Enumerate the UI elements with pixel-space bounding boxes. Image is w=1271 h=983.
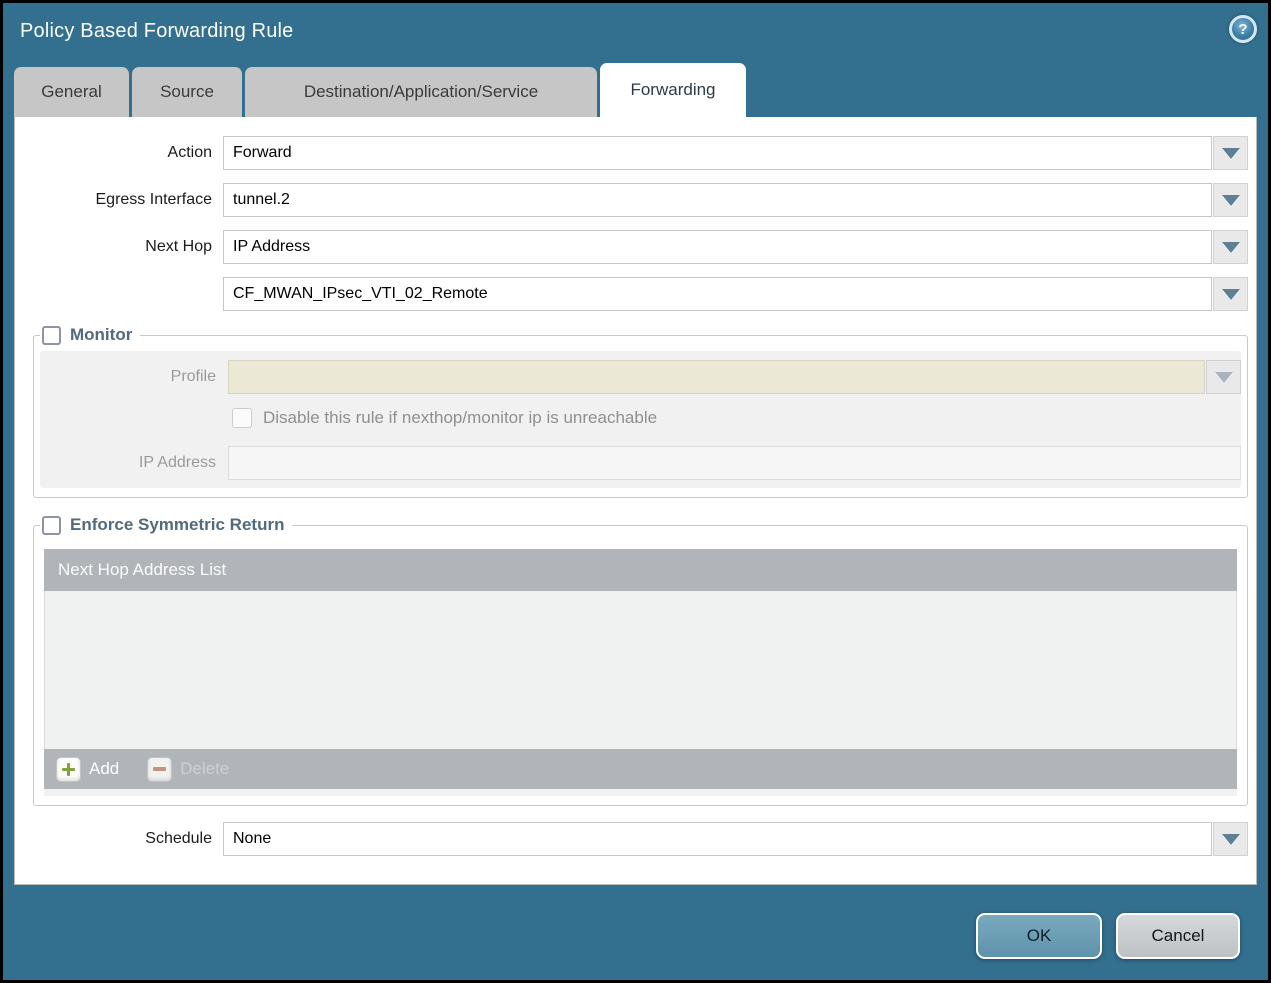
chevron-down-icon: [1222, 834, 1240, 845]
help-icon[interactable]: ?: [1229, 15, 1257, 43]
enforce-legend: Enforce Symmetric Return: [40, 515, 292, 535]
table-footer: Add Delete: [44, 749, 1237, 789]
tab-label: General: [41, 82, 101, 102]
add-button[interactable]: Add: [56, 757, 119, 782]
schedule-dropdown-button[interactable]: [1213, 822, 1248, 856]
action-label: Action: [15, 144, 223, 162]
table-header: Next Hop Address List: [44, 549, 1237, 591]
add-icon: [56, 757, 81, 782]
monitor-ip-address-row: IP Address: [40, 446, 1241, 480]
next-hop-type-dropdown-button[interactable]: [1213, 230, 1248, 264]
monitor-checkbox[interactable]: [42, 326, 61, 345]
tab-bar: General Source Destination/Application/S…: [14, 67, 746, 117]
tab-label: Destination/Application/Service: [304, 82, 538, 102]
delete-button-label: Delete: [180, 759, 229, 779]
delete-icon: [147, 757, 172, 782]
profile-row: Profile: [40, 360, 1241, 394]
forwarding-tab-panel: Action Forward Egress Interface tunnel.2…: [14, 117, 1257, 885]
disable-rule-label: Disable this rule if nexthop/monitor ip …: [263, 408, 657, 428]
schedule-label: Schedule: [15, 830, 223, 848]
table-header-label: Next Hop Address List: [58, 560, 226, 580]
next-hop-address-dropdown-button[interactable]: [1213, 277, 1248, 311]
help-glyph: ?: [1238, 22, 1247, 37]
chevron-down-icon: [1222, 195, 1240, 206]
egress-interface-dropdown-button[interactable]: [1213, 183, 1248, 217]
next-hop-address-list-table: Next Hop Address List Add Delete: [44, 549, 1237, 796]
monitor-ip-address-field: [228, 446, 1241, 480]
add-button-label: Add: [89, 759, 119, 779]
cancel-button[interactable]: Cancel: [1116, 913, 1240, 959]
dialog-footer-buttons: OK Cancel: [976, 913, 1240, 959]
next-hop-label: Next Hop: [15, 238, 223, 256]
tab-destination-application-service[interactable]: Destination/Application/Service: [245, 67, 597, 117]
egress-interface-row: Egress Interface tunnel.2: [15, 183, 1248, 217]
action-dropdown-button[interactable]: [1213, 136, 1248, 170]
delete-button: Delete: [147, 757, 229, 782]
disable-rule-checkbox: [232, 408, 252, 428]
monitor-section: Monitor Profile Disable this rule if nex…: [33, 325, 1248, 498]
schedule-select[interactable]: None: [223, 822, 1212, 856]
tab-label: Forwarding: [630, 80, 715, 100]
profile-dropdown-button: [1206, 360, 1241, 394]
enforce-legend-label: Enforce Symmetric Return: [70, 515, 284, 535]
next-hop-type-select[interactable]: IP Address: [223, 230, 1212, 264]
egress-interface-label: Egress Interface: [15, 191, 223, 209]
monitor-disabled-panel: Profile Disable this rule if nexthop/mon…: [40, 351, 1241, 488]
monitor-ip-address-label: IP Address: [40, 454, 228, 472]
enforce-symmetric-return-section: Enforce Symmetric Return Next Hop Addres…: [33, 515, 1248, 806]
monitor-legend-label: Monitor: [70, 325, 132, 345]
profile-select: [228, 360, 1205, 394]
chevron-down-icon: [1222, 289, 1240, 300]
action-row: Action Forward: [15, 136, 1248, 170]
next-hop-address-row: CF_MWAN_IPsec_VTI_02_Remote: [15, 277, 1248, 311]
tab-general[interactable]: General: [14, 67, 129, 117]
pbf-rule-dialog: Policy Based Forwarding Rule ? General S…: [0, 0, 1271, 983]
egress-interface-select[interactable]: tunnel.2: [223, 183, 1212, 217]
chevron-down-icon: [1222, 148, 1240, 159]
disable-rule-row: Disable this rule if nexthop/monitor ip …: [232, 408, 1241, 428]
schedule-row: Schedule None: [15, 822, 1248, 856]
tab-forwarding[interactable]: Forwarding: [600, 63, 746, 117]
next-hop-address-select[interactable]: CF_MWAN_IPsec_VTI_02_Remote: [223, 277, 1212, 311]
profile-label: Profile: [40, 368, 228, 386]
dialog-title: Policy Based Forwarding Rule: [20, 20, 294, 43]
tab-label: Source: [160, 82, 214, 102]
chevron-down-icon: [1215, 372, 1233, 383]
chevron-down-icon: [1222, 242, 1240, 253]
action-select[interactable]: Forward: [223, 136, 1212, 170]
dialog-frame: Policy Based Forwarding Rule ? General S…: [3, 3, 1268, 980]
tab-source[interactable]: Source: [132, 67, 242, 117]
table-body-empty[interactable]: [44, 591, 1237, 749]
enforce-symmetric-return-checkbox[interactable]: [42, 516, 61, 535]
monitor-legend: Monitor: [40, 325, 140, 345]
table-bottom-strip: [44, 789, 1237, 796]
next-hop-row: Next Hop IP Address: [15, 230, 1248, 264]
ok-button[interactable]: OK: [976, 913, 1102, 959]
